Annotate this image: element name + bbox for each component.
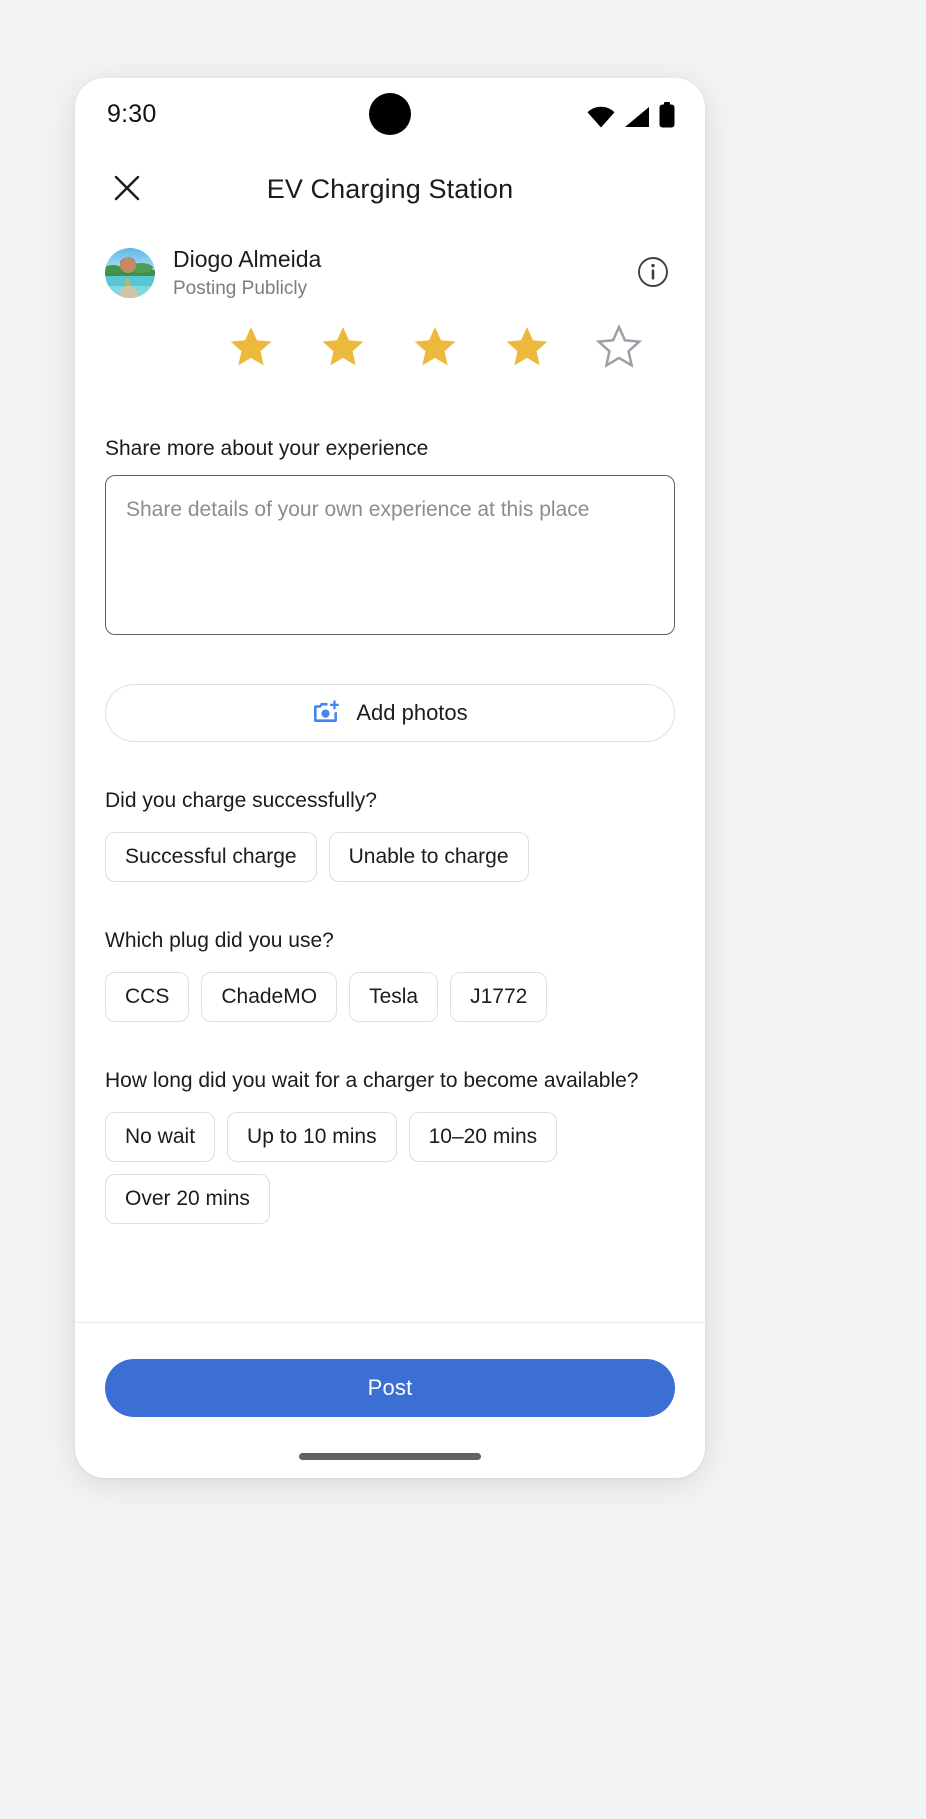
chip-unable-to-charge[interactable]: Unable to charge (329, 832, 529, 882)
star-rating[interactable] (75, 302, 705, 375)
add-photos-button[interactable]: Add photos (105, 684, 675, 742)
question-plug-type: Which plug did you use? CCS ChadeMO Tesl… (75, 882, 705, 1022)
close-button[interactable] (103, 165, 151, 213)
chip-j1772[interactable]: J1772 (450, 972, 547, 1022)
cellular-signal-icon (624, 106, 650, 128)
add-photo-camera-icon (312, 699, 342, 728)
chip-over-20-mins[interactable]: Over 20 mins (105, 1174, 270, 1224)
chip-group: Successful charge Unable to charge (105, 832, 675, 882)
app-bar: EV Charging Station (75, 150, 705, 228)
author-name: Diogo Almeida (173, 244, 321, 274)
experience-section: Share more about your experience (75, 375, 705, 640)
close-icon (113, 174, 141, 205)
question-charge-success: Did you charge successfully? Successful … (75, 742, 705, 882)
wifi-icon (587, 106, 615, 128)
home-gesture-bar[interactable] (299, 1453, 481, 1460)
posting-visibility: Posting Publicly (173, 275, 321, 302)
info-icon (637, 256, 669, 291)
chip-up-to-10-mins[interactable]: Up to 10 mins (227, 1112, 397, 1162)
front-camera-punch-hole (369, 93, 411, 135)
star-5[interactable] (595, 324, 643, 375)
phone-screen: 9:30 (75, 78, 705, 1478)
question-title: How long did you wait for a charger to b… (105, 1066, 675, 1096)
experience-input[interactable] (105, 475, 675, 635)
chip-no-wait[interactable]: No wait (105, 1112, 215, 1162)
info-button[interactable] (631, 251, 675, 295)
chip-tesla[interactable]: Tesla (349, 972, 438, 1022)
add-photos-label: Add photos (356, 700, 467, 726)
question-title: Did you charge successfully? (105, 786, 675, 816)
screenshot-root: 9:30 (0, 0, 926, 1819)
footer-bar: Post (75, 1322, 705, 1478)
chip-successful-charge[interactable]: Successful charge (105, 832, 317, 882)
chip-ccs[interactable]: CCS (105, 972, 189, 1022)
status-bar: 9:30 (75, 78, 705, 150)
star-3[interactable] (411, 324, 459, 375)
gesture-bar-area (105, 1417, 675, 1478)
question-wait-time: How long did you wait for a charger to b… (75, 1022, 705, 1224)
experience-label: Share more about your experience (105, 437, 675, 475)
question-title: Which plug did you use? (105, 926, 675, 956)
star-2[interactable] (319, 324, 367, 375)
avatar[interactable] (105, 248, 155, 298)
chip-group: CCS ChadeMO Tesla J1772 (105, 972, 675, 1022)
author-row: Diogo Almeida Posting Publicly (75, 228, 705, 302)
author-text-block: Diogo Almeida Posting Publicly (173, 244, 321, 302)
chip-chademo[interactable]: ChadeMO (201, 972, 337, 1022)
chip-10-20-mins[interactable]: 10–20 mins (409, 1112, 558, 1162)
star-4[interactable] (503, 324, 551, 375)
status-bar-clock: 9:30 (107, 100, 156, 129)
page-title: EV Charging Station (75, 174, 705, 205)
star-1[interactable] (227, 324, 275, 375)
chip-group: No wait Up to 10 mins 10–20 mins Over 20… (105, 1112, 675, 1224)
post-button[interactable]: Post (105, 1359, 675, 1417)
battery-icon (659, 102, 675, 128)
add-photos-section: Add photos (75, 640, 705, 742)
review-form-body: Diogo Almeida Posting Publicly (75, 228, 705, 1322)
status-bar-icons (587, 100, 675, 128)
